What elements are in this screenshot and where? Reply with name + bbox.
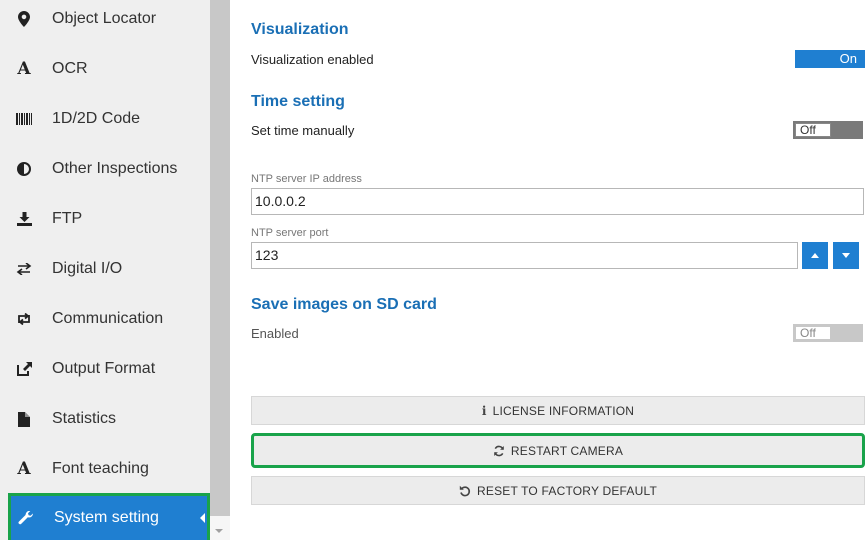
sd-card-title: Save images on SD card bbox=[251, 296, 437, 313]
settings-panel: Visualization Visualization enabled On T… bbox=[251, 0, 867, 540]
sidebar-item-label: Communication bbox=[52, 310, 164, 327]
ntp-port-label: NTP server port bbox=[251, 227, 329, 239]
font-icon: A bbox=[17, 459, 31, 479]
time-setting-title: Time setting bbox=[251, 93, 345, 110]
scrollbar-thumb[interactable] bbox=[210, 0, 230, 516]
sidebar-scrollbar[interactable] bbox=[210, 0, 230, 540]
info-icon: i bbox=[481, 403, 487, 418]
toggle-knob: Off bbox=[795, 123, 831, 137]
set-time-manually-toggle[interactable]: Off bbox=[793, 121, 863, 139]
sidebar-item-label: FTP bbox=[52, 210, 83, 227]
chevron-down-icon bbox=[842, 253, 850, 258]
ntp-ip-input[interactable]: 10.0.0.2 bbox=[251, 188, 864, 215]
sidebar-item-label: Font teaching bbox=[52, 460, 149, 477]
sidebar-item-label: Other Inspections bbox=[52, 160, 178, 177]
contrast-icon bbox=[13, 162, 35, 176]
sidebar-item-digital-io[interactable]: Digital I/O bbox=[0, 244, 210, 294]
sidebar-item-label: 1D/2D Code bbox=[52, 110, 141, 127]
toggle-knob: Off bbox=[795, 326, 831, 340]
refresh-icon bbox=[493, 445, 505, 457]
barcode-icon bbox=[13, 113, 35, 125]
license-information-label: LICENSE INFORMATION bbox=[492, 403, 635, 418]
port-decrement-button[interactable] bbox=[833, 242, 859, 269]
font-icon: A bbox=[17, 59, 31, 79]
sidebar-item-label: Object Locator bbox=[52, 10, 157, 27]
exchange-icon bbox=[13, 263, 35, 275]
reset-factory-default-button[interactable]: RESET TO FACTORY DEFAULT bbox=[251, 476, 865, 505]
active-caret-icon bbox=[200, 513, 205, 523]
wrench-icon bbox=[15, 511, 37, 525]
sidebar: Object Locator A OCR 1D/2D Code Other In… bbox=[0, 0, 210, 540]
sidebar-item-communication[interactable]: Communication bbox=[0, 294, 210, 344]
sd-card-toggle[interactable]: Off bbox=[793, 324, 863, 342]
restart-camera-button[interactable]: RESTART CAMERA bbox=[251, 433, 865, 468]
file-icon bbox=[13, 411, 35, 427]
sidebar-item-object-locator[interactable]: Object Locator bbox=[0, 0, 210, 44]
sidebar-item-1d2d-code[interactable]: 1D/2D Code bbox=[0, 94, 210, 144]
sidebar-item-other-inspections[interactable]: Other Inspections bbox=[0, 144, 210, 194]
sidebar-item-label: Digital I/O bbox=[52, 260, 123, 277]
port-increment-button[interactable] bbox=[802, 242, 828, 269]
license-information-button[interactable]: i LICENSE INFORMATION bbox=[251, 396, 865, 425]
visualization-title: Visualization bbox=[251, 21, 349, 38]
sd-card-enabled-label: Enabled bbox=[251, 326, 299, 341]
undo-icon bbox=[459, 485, 471, 497]
sidebar-item-ftp[interactable]: FTP bbox=[0, 194, 210, 244]
sidebar-item-ocr[interactable]: A OCR bbox=[0, 44, 210, 94]
sidebar-item-statistics[interactable]: Statistics bbox=[0, 394, 210, 444]
sidebar-item-system-setting[interactable]: System setting bbox=[8, 493, 210, 540]
restart-camera-label: RESTART CAMERA bbox=[510, 443, 624, 458]
sidebar-item-label: Output Format bbox=[52, 360, 156, 377]
reset-factory-default-label: RESET TO FACTORY DEFAULT bbox=[477, 483, 657, 498]
sidebar-item-font-teaching[interactable]: A Font teaching bbox=[0, 444, 210, 494]
map-marker-icon bbox=[13, 11, 35, 27]
scroll-down-arrow-icon[interactable] bbox=[215, 529, 223, 533]
download-icon bbox=[13, 212, 35, 226]
sidebar-item-output-format[interactable]: Output Format bbox=[0, 344, 210, 394]
chevron-up-icon bbox=[811, 253, 819, 258]
sidebar-item-label: Statistics bbox=[52, 410, 117, 427]
visualization-enabled-label: Visualization enabled bbox=[251, 52, 374, 67]
ntp-port-input[interactable]: 123 bbox=[251, 242, 798, 269]
sidebar-item-label: System setting bbox=[54, 509, 159, 526]
set-time-manually-label: Set time manually bbox=[251, 123, 355, 138]
ntp-ip-label: NTP server IP address bbox=[251, 173, 362, 185]
sidebar-item-label: OCR bbox=[52, 60, 88, 77]
visualization-toggle[interactable]: On bbox=[795, 50, 865, 68]
share-icon bbox=[13, 362, 35, 376]
retweet-icon bbox=[13, 313, 35, 325]
